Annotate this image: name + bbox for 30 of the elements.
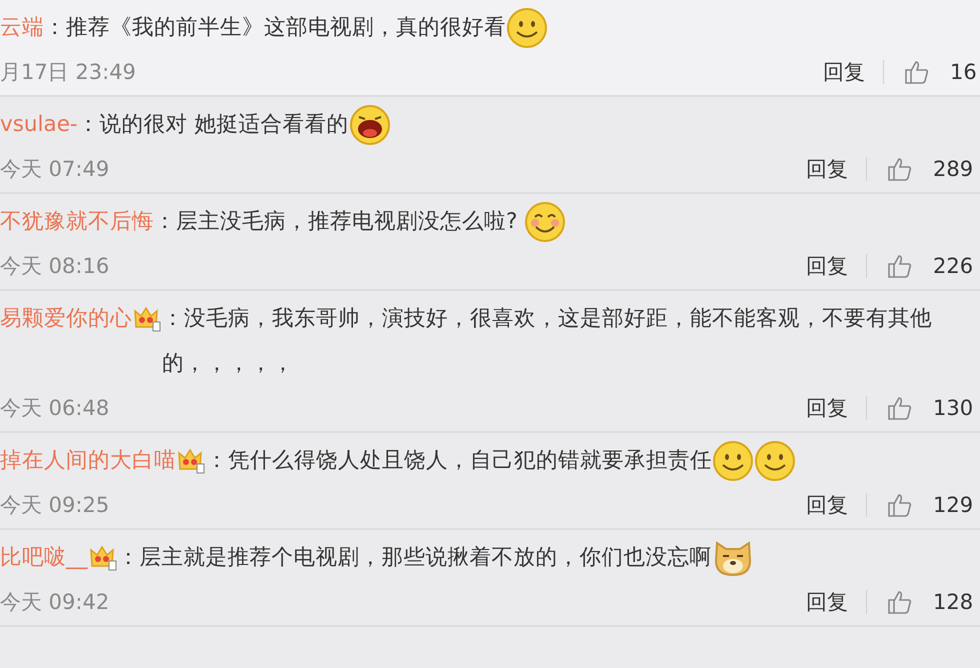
timestamp: 今天 07:49: [0, 156, 110, 183]
like-count: 128: [933, 590, 974, 614]
thumbs-up-icon[interactable]: [887, 395, 913, 421]
comment-text: ：层主没毛病，推荐电视剧没怎么啦?: [154, 209, 518, 234]
thumbs-up-icon[interactable]: [887, 492, 913, 518]
reply-link[interactable]: 回复: [806, 491, 848, 519]
reply-link[interactable]: 回复: [806, 588, 848, 616]
thumbs-up-icon[interactable]: [887, 589, 913, 615]
timestamp: 今天 08:16: [0, 253, 110, 280]
comment-text: ：层主就是推荐个电视剧，那些说揪着不放的，你们也没忘啊: [118, 545, 712, 570]
timestamp: 月17日 23:49: [0, 59, 137, 86]
thumbs-up-icon[interactable]: [887, 156, 913, 182]
like-count: 16: [950, 60, 977, 84]
reply-link[interactable]: 回复: [806, 155, 848, 183]
comment-text: ：推荐《我的前半生》这部电视剧，真的很好看: [44, 15, 506, 40]
like-count: 129: [933, 493, 974, 517]
reply-link[interactable]: 回复: [806, 252, 848, 280]
timestamp: 今天 09:25: [0, 492, 110, 519]
comment-text: ：没毛病，我东哥帅，演技好，很喜欢，这是部好距，能不能客观，不要有其他的，，，，，: [162, 306, 932, 376]
thumbs-up-icon[interactable]: [887, 253, 913, 279]
like-count: 289: [933, 157, 974, 181]
timestamp: 今天 06:48: [0, 395, 110, 422]
reply-link[interactable]: 回复: [823, 58, 865, 86]
timestamp: 今天 09:42: [0, 589, 110, 616]
comment-text: ：说的很对 她挺适合看看的: [78, 112, 349, 137]
like-count: 130: [933, 396, 974, 420]
like-count: 226: [933, 254, 974, 278]
comment-text: ：凭什么得饶人处且饶人，自己犯的错就要承担责任: [206, 448, 712, 473]
reply-link[interactable]: 回复: [806, 394, 848, 422]
thumbs-up-icon[interactable]: [904, 59, 930, 85]
